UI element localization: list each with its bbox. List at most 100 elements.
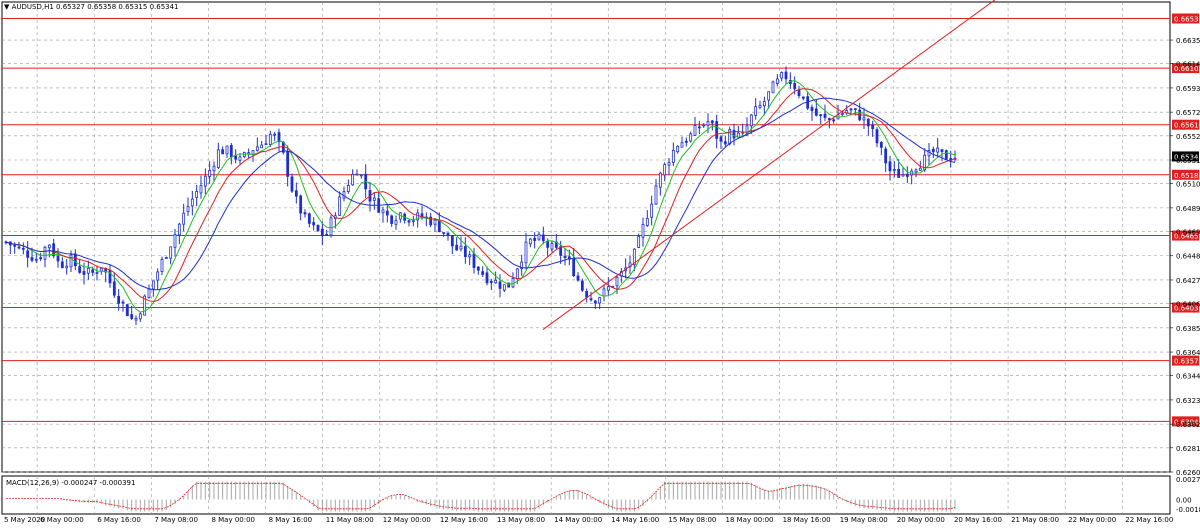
- candle-body[interactable]: [797, 89, 801, 97]
- candle-body[interactable]: [832, 119, 836, 122]
- candle-body[interactable]: [169, 246, 173, 259]
- candle-body[interactable]: [645, 218, 649, 226]
- candle-body[interactable]: [593, 300, 597, 304]
- candle-body[interactable]: [892, 168, 896, 171]
- candle-body[interactable]: [381, 209, 385, 214]
- candle-body[interactable]: [476, 266, 480, 271]
- candle-body[interactable]: [810, 107, 814, 111]
- candle-body[interactable]: [849, 108, 853, 111]
- candle-body[interactable]: [667, 162, 671, 166]
- candle-body[interactable]: [780, 72, 784, 79]
- candle-body[interactable]: [793, 83, 797, 90]
- candle-body[interactable]: [112, 281, 116, 296]
- candle-body[interactable]: [34, 258, 38, 261]
- candle-body[interactable]: [47, 244, 51, 249]
- candle-body[interactable]: [697, 126, 701, 129]
- candle-body[interactable]: [65, 265, 69, 269]
- candle-body[interactable]: [125, 304, 129, 317]
- candle-body[interactable]: [186, 206, 190, 213]
- candle-body[interactable]: [823, 113, 827, 119]
- candle-body[interactable]: [294, 190, 298, 197]
- candle-body[interactable]: [654, 185, 658, 205]
- candle-body[interactable]: [173, 234, 177, 248]
- candle-body[interactable]: [468, 254, 472, 258]
- candle-body[interactable]: [481, 271, 485, 275]
- candle-body[interactable]: [260, 144, 264, 149]
- candle-body[interactable]: [914, 169, 918, 173]
- candle-body[interactable]: [255, 146, 259, 151]
- candle-body[interactable]: [26, 250, 30, 258]
- candle-body[interactable]: [606, 286, 610, 291]
- candle-body[interactable]: [515, 268, 519, 280]
- candle-body[interactable]: [715, 121, 719, 139]
- candle-body[interactable]: [390, 215, 394, 224]
- candle-body[interactable]: [251, 150, 255, 155]
- candle-body[interactable]: [338, 196, 342, 216]
- candle-body[interactable]: [862, 117, 866, 121]
- candle-body[interactable]: [355, 173, 359, 176]
- candle-body[interactable]: [541, 234, 545, 242]
- collapse-triangle-icon[interactable]: ▼: [4, 3, 9, 11]
- candle-body[interactable]: [901, 174, 905, 177]
- candle-body[interactable]: [73, 253, 77, 267]
- candle-body[interactable]: [905, 173, 909, 177]
- candle-body[interactable]: [229, 145, 233, 158]
- candle-body[interactable]: [91, 269, 95, 273]
- candle-body[interactable]: [944, 150, 948, 160]
- candle-body[interactable]: [775, 78, 779, 84]
- candle-body[interactable]: [498, 281, 502, 289]
- candle-body[interactable]: [637, 235, 641, 248]
- candle-body[interactable]: [546, 241, 550, 248]
- candle-body[interactable]: [888, 161, 892, 172]
- candle-body[interactable]: [372, 197, 376, 201]
- candle-body[interactable]: [602, 288, 606, 297]
- candle-body[interactable]: [689, 133, 693, 142]
- candle-body[interactable]: [286, 151, 290, 177]
- candle-body[interactable]: [346, 184, 350, 192]
- candle-body[interactable]: [706, 121, 710, 126]
- candle-body[interactable]: [450, 235, 454, 247]
- candle-body[interactable]: [147, 288, 151, 298]
- candle-body[interactable]: [203, 175, 207, 187]
- candle-body[interactable]: [238, 156, 242, 161]
- candle-body[interactable]: [82, 271, 86, 275]
- candle-body[interactable]: [134, 317, 138, 321]
- candle-body[interactable]: [840, 113, 844, 115]
- candle-body[interactable]: [494, 279, 498, 284]
- candle-body[interactable]: [459, 245, 463, 250]
- candle-body[interactable]: [749, 114, 753, 127]
- candle-body[interactable]: [524, 241, 528, 264]
- candle-body[interactable]: [680, 142, 684, 148]
- candle-body[interactable]: [13, 244, 17, 247]
- candle-body[interactable]: [489, 280, 493, 283]
- candle-body[interactable]: [533, 237, 537, 241]
- candle-body[interactable]: [563, 255, 567, 259]
- candle-body[interactable]: [303, 212, 307, 215]
- candle-body[interactable]: [875, 129, 879, 144]
- candle-body[interactable]: [931, 148, 935, 153]
- candle-body[interactable]: [199, 185, 203, 194]
- candle-body[interactable]: [446, 232, 450, 236]
- candle-body[interactable]: [17, 246, 21, 249]
- candle-body[interactable]: [316, 224, 320, 231]
- candle-body[interactable]: [814, 108, 818, 116]
- candle-body[interactable]: [433, 219, 437, 225]
- candle-body[interactable]: [247, 152, 251, 154]
- candle-body[interactable]: [268, 133, 272, 145]
- candle-body[interactable]: [151, 280, 155, 290]
- candle-body[interactable]: [658, 172, 662, 188]
- candle-body[interactable]: [78, 266, 82, 273]
- candle-body[interactable]: [671, 150, 675, 163]
- candle-body[interactable]: [195, 191, 199, 198]
- candle-body[interactable]: [299, 195, 303, 214]
- candle-body[interactable]: [641, 224, 645, 238]
- candle-body[interactable]: [121, 301, 125, 304]
- candle-body[interactable]: [589, 298, 593, 301]
- candle-body[interactable]: [684, 140, 688, 143]
- candle-body[interactable]: [463, 246, 467, 258]
- candle-body[interactable]: [897, 168, 901, 178]
- candle-body[interactable]: [99, 267, 103, 272]
- candle-body[interactable]: [216, 149, 220, 168]
- candle-body[interactable]: [56, 255, 60, 262]
- candle-body[interactable]: [702, 124, 706, 127]
